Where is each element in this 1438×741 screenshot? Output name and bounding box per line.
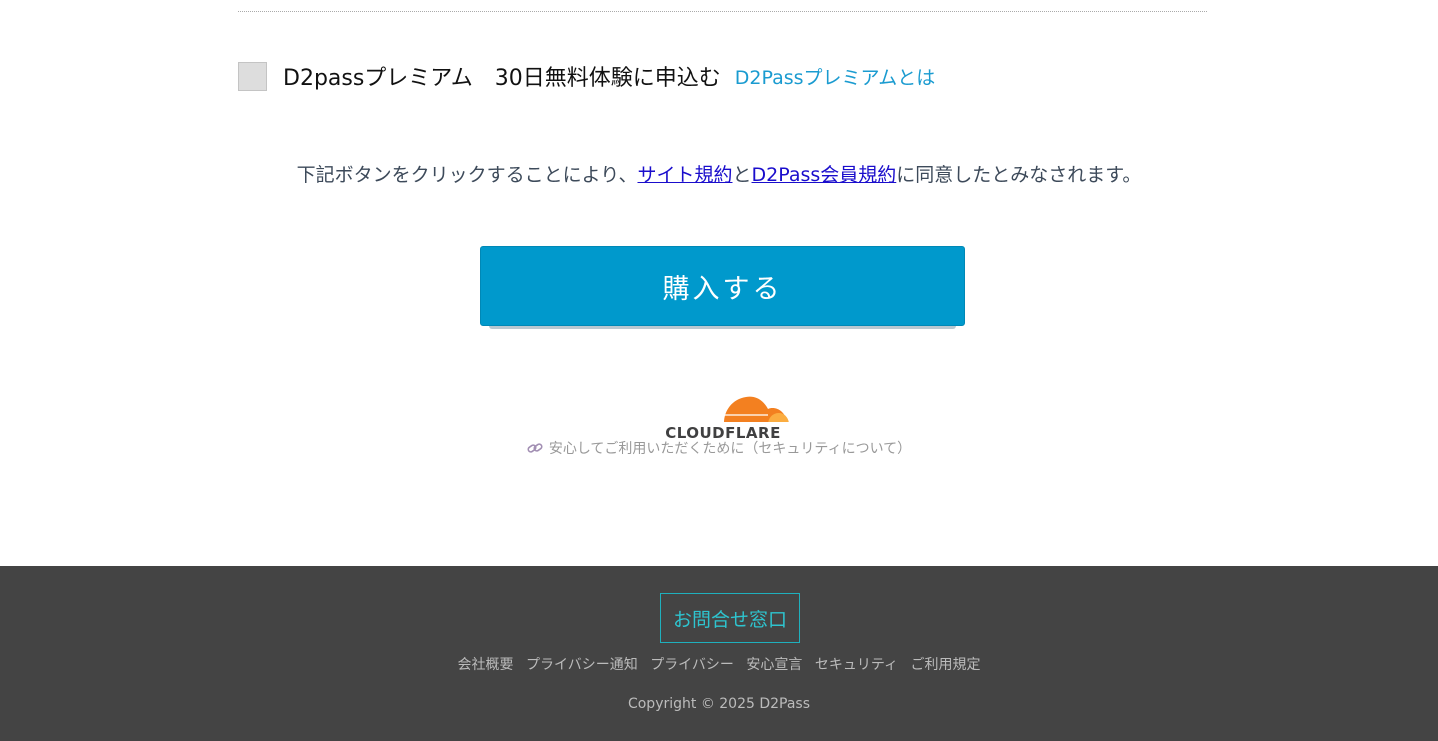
security-info-link[interactable]: 安心してご利用いただくために（セキュリティについて） xyxy=(549,441,911,457)
agreement-conjunction: と xyxy=(732,164,752,186)
purchase-button[interactable]: 購入する xyxy=(480,246,965,326)
member-terms-link[interactable]: D2Pass会員規約 xyxy=(752,164,897,186)
footer-link-company[interactable]: 会社概要 xyxy=(458,657,514,673)
premium-info-link[interactable]: D2Passプレミアムとは xyxy=(735,63,935,90)
premium-trial-checkbox[interactable] xyxy=(238,61,267,91)
site-terms-link[interactable]: サイト規約 xyxy=(637,164,732,186)
copyright-text: Copyright © 2025 D2Pass xyxy=(627,696,811,712)
site-footer: お問合せ窓口 会社概要 プライバシー通知 プライバシー 安心宣言 セキュリティ … xyxy=(0,566,1438,741)
footer-link-privacy[interactable]: プライバシー xyxy=(650,657,734,673)
agreement-suffix: に同意したとみなされます。 xyxy=(896,164,1142,186)
footer-link-terms[interactable]: ご利用規定 xyxy=(910,657,980,673)
agreement-prefix: 下記ボタンをクリックすることにより、 xyxy=(296,164,638,186)
link-icon xyxy=(527,443,543,453)
security-info-row: 安心してご利用いただくために（セキュリティについて） xyxy=(0,438,1438,458)
footer-link-privacy-notice[interactable]: プライバシー通知 xyxy=(526,657,638,673)
purchase-page: D2passプレミアム 30日無料体験に申込む D2Passプレミアムとは 下記… xyxy=(0,0,1438,741)
footer-link-safety[interactable]: 安心宣言 xyxy=(746,657,802,673)
footer-link-security[interactable]: セキュリティ xyxy=(815,657,898,673)
contact-button[interactable]: お問合せ窓口 xyxy=(660,593,800,643)
section-divider xyxy=(238,11,1207,12)
terms-agreement-text: 下記ボタンをクリックすることにより、サイト規約とD2Pass会員規約に同意したと… xyxy=(0,160,1438,187)
footer-links: 会社概要 プライバシー通知 プライバシー 安心宣言 セキュリティ ご利用規定 xyxy=(0,654,1438,674)
premium-trial-label[interactable]: D2passプレミアム 30日無料体験に申込む xyxy=(283,60,721,92)
premium-trial-row: D2passプレミアム 30日無料体験に申込む D2Passプレミアムとは xyxy=(238,58,935,94)
